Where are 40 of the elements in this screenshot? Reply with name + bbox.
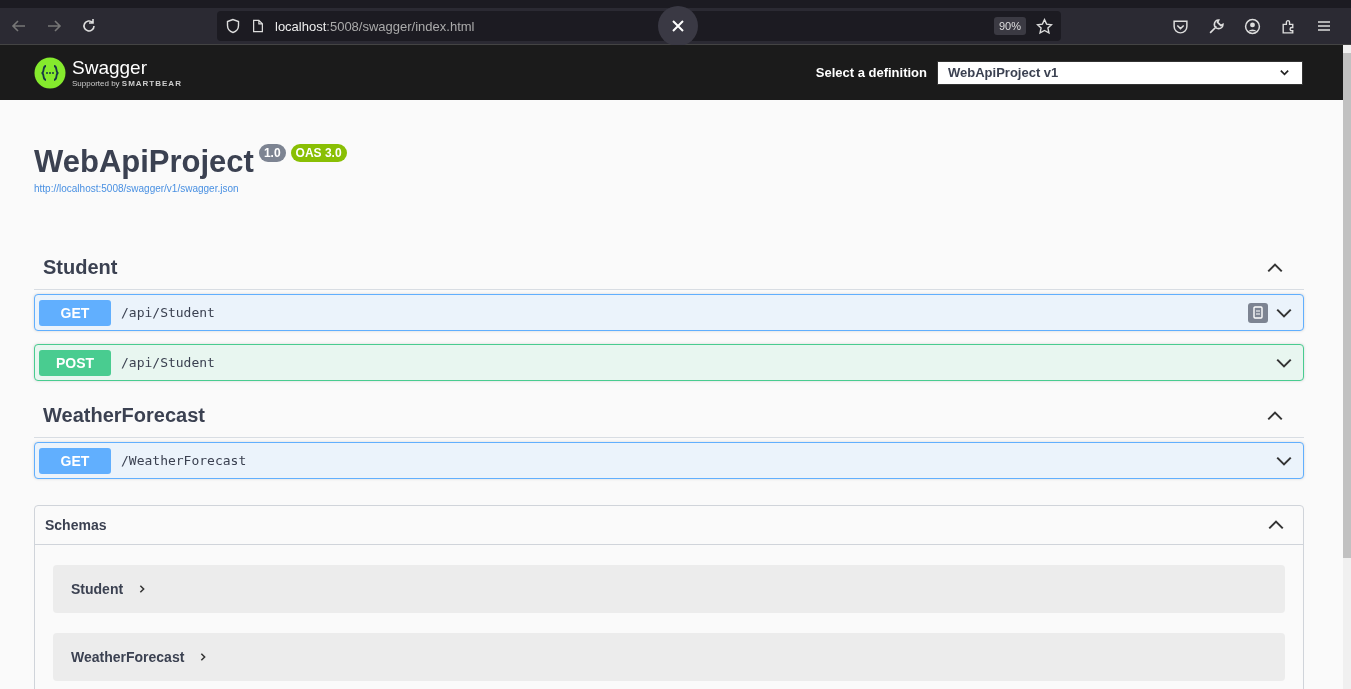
swagger-logo-icon[interactable] — [34, 56, 66, 89]
back-icon[interactable] — [11, 18, 27, 34]
close-icon — [670, 18, 686, 34]
page-icon — [251, 19, 265, 33]
method-badge: GET — [39, 447, 111, 474]
definition-select[interactable]: WebApiProject v1 — [937, 60, 1303, 85]
scrollbar[interactable] — [1343, 45, 1351, 689]
operation-path: /WeatherForecast — [121, 453, 247, 468]
method-badge: POST — [39, 349, 111, 376]
menu-icon[interactable] — [1316, 18, 1332, 34]
account-icon[interactable] — [1244, 17, 1261, 35]
wrench-icon[interactable] — [1208, 17, 1225, 35]
operation-path: /api/Student — [121, 355, 215, 370]
schema-item[interactable]: WeatherForecast — [53, 633, 1285, 681]
definition-label: Select a definition — [815, 65, 927, 80]
schemas-title[interactable]: Schemas — [45, 517, 107, 533]
logo-subtitle: Supported by SMARTBEAR — [72, 79, 182, 88]
section-header[interactable]: Student — [34, 246, 1304, 290]
operation-path: /api/Student — [121, 305, 215, 320]
operation-row[interactable]: GET /api/Student — [34, 294, 1304, 331]
oas-badge: OAS 3.0 — [290, 144, 347, 162]
url-text: localhost:5008/swagger/index.html — [275, 18, 475, 34]
version-badge: 1.0 — [258, 144, 286, 162]
caret-icon — [1279, 67, 1290, 78]
address-bar[interactable]: localhost:5008/swagger/index.html 90% — [217, 11, 1061, 41]
zoom-badge[interactable]: 90% — [993, 17, 1026, 35]
forward-icon[interactable] — [46, 18, 62, 34]
close-button[interactable] — [658, 6, 698, 46]
pocket-icon[interactable] — [1172, 17, 1189, 35]
star-icon[interactable] — [1036, 17, 1053, 35]
operation-row[interactable]: GET /WeatherForecast — [34, 442, 1304, 479]
logo-title: Swagger — [72, 57, 148, 79]
copy-icon[interactable] — [1248, 302, 1268, 323]
api-title: WebApiProject — [34, 144, 254, 180]
operation-row[interactable]: POST /api/Student — [34, 344, 1304, 381]
method-badge: GET — [39, 299, 111, 326]
schema-item[interactable]: Student — [53, 565, 1285, 613]
reload-icon[interactable] — [81, 18, 97, 34]
section-header[interactable]: WeatherForecast — [34, 394, 1304, 438]
shield-icon — [225, 18, 241, 34]
